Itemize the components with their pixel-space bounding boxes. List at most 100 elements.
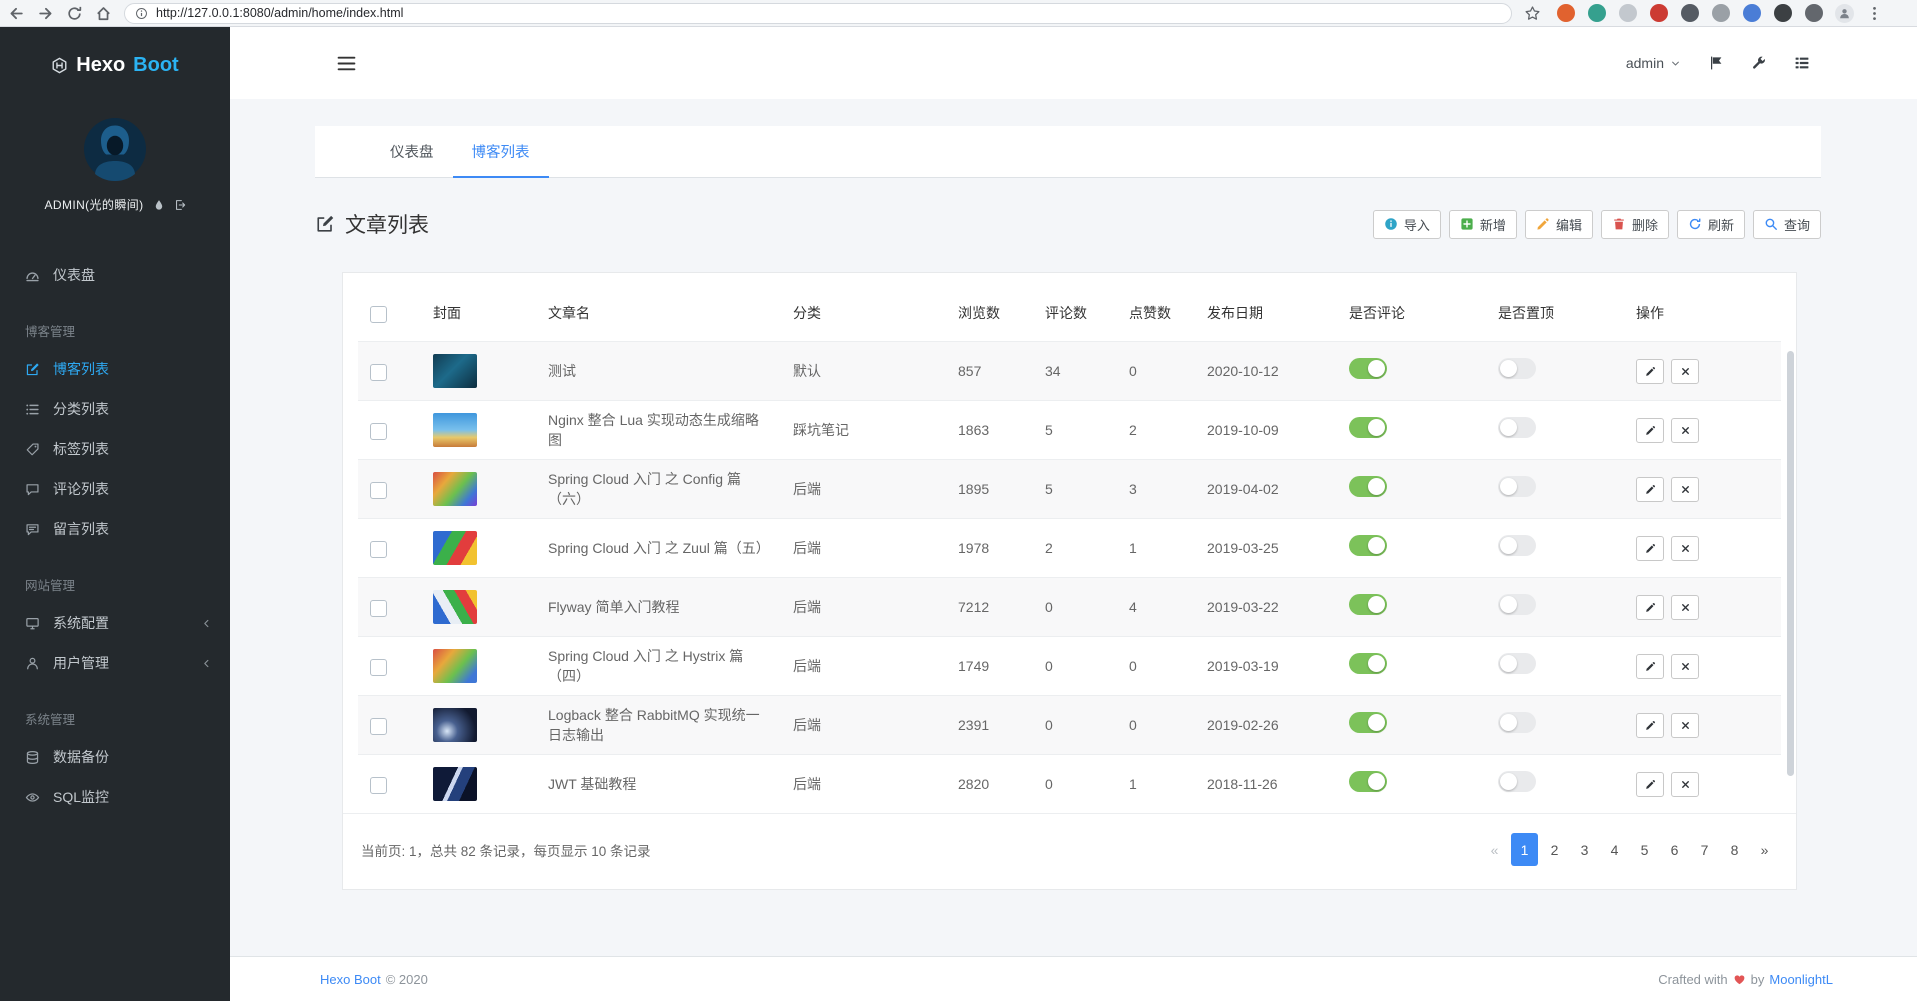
- search-button[interactable]: 查询: [1753, 210, 1821, 239]
- row-edit-button[interactable]: [1636, 536, 1664, 561]
- browser-profile-avatar[interactable]: [1835, 4, 1854, 23]
- extension-icon-slate[interactable]: [1805, 4, 1823, 22]
- sidebar-item-user-manage[interactable]: 用户管理: [0, 643, 230, 683]
- extension-icon-red[interactable]: [1650, 4, 1668, 22]
- extension-icon-charcoal[interactable]: [1774, 4, 1792, 22]
- page-button[interactable]: »: [1751, 833, 1778, 866]
- row-edit-button[interactable]: [1636, 359, 1664, 384]
- logout-icon[interactable]: [174, 199, 186, 211]
- pin-toggle[interactable]: [1498, 417, 1536, 438]
- page-button[interactable]: «: [1481, 833, 1508, 866]
- url-bar[interactable]: http://127.0.0.1:8080/admin/home/index.h…: [124, 3, 1512, 24]
- list-icon[interactable]: [1794, 55, 1810, 71]
- row-checkbox[interactable]: [370, 423, 387, 440]
- user-dropdown[interactable]: admin: [1626, 55, 1681, 71]
- toggle-knob: [1368, 478, 1385, 495]
- page-button[interactable]: 8: [1721, 833, 1748, 866]
- row-edit-button[interactable]: [1636, 595, 1664, 620]
- import-button[interactable]: 导入: [1373, 210, 1441, 239]
- pin-toggle[interactable]: [1498, 358, 1536, 379]
- sidebar-item-comment-list[interactable]: 评论列表: [0, 469, 230, 509]
- row-checkbox[interactable]: [370, 777, 387, 794]
- footer-brand-link[interactable]: Hexo Boot: [320, 972, 381, 987]
- site-info-icon[interactable]: [135, 7, 148, 20]
- tab[interactable]: 仪表盘: [371, 126, 453, 177]
- edit-button[interactable]: 编辑: [1525, 210, 1593, 239]
- row-edit-button[interactable]: [1636, 654, 1664, 679]
- row-checkbox[interactable]: [370, 600, 387, 617]
- row-checkbox[interactable]: [370, 364, 387, 381]
- row-checkbox[interactable]: [370, 541, 387, 558]
- row-checkbox[interactable]: [370, 718, 387, 735]
- sidebar-item-message-list[interactable]: 留言列表: [0, 509, 230, 549]
- sidebar-item-tag-list[interactable]: 标签列表: [0, 429, 230, 469]
- wrench-icon[interactable]: [1751, 55, 1767, 71]
- row-delete-button[interactable]: [1671, 772, 1699, 797]
- page-button-active[interactable]: 1: [1511, 833, 1538, 866]
- page-button[interactable]: 6: [1661, 833, 1688, 866]
- pin-toggle[interactable]: [1498, 594, 1536, 615]
- bookmark-star-icon[interactable]: [1524, 5, 1541, 22]
- row-delete-button[interactable]: [1671, 713, 1699, 738]
- row-edit-button[interactable]: [1636, 477, 1664, 502]
- pin-toggle[interactable]: [1498, 535, 1536, 556]
- page-button[interactable]: 5: [1631, 833, 1658, 866]
- pin-toggle[interactable]: [1498, 771, 1536, 792]
- footer-author-link[interactable]: MoonlightL: [1769, 972, 1833, 987]
- comments-count: 0: [1033, 589, 1117, 625]
- hamburger-menu-icon[interactable]: [337, 56, 356, 71]
- extension-icon-blue[interactable]: [1743, 4, 1761, 22]
- row-delete-button[interactable]: [1671, 418, 1699, 443]
- sidebar-item-blog-list[interactable]: 博客列表: [0, 349, 230, 389]
- forward-icon[interactable]: [37, 5, 54, 22]
- column-header: 文章名: [536, 295, 781, 331]
- extension-icon-light[interactable]: [1619, 4, 1637, 22]
- comment-toggle[interactable]: [1349, 594, 1387, 615]
- refresh-button[interactable]: 刷新: [1677, 210, 1745, 239]
- row-checkbox[interactable]: [370, 659, 387, 676]
- extension-icon-teal[interactable]: [1588, 4, 1606, 22]
- pin-toggle[interactable]: [1498, 712, 1536, 733]
- page-button[interactable]: 2: [1541, 833, 1568, 866]
- comment-toggle[interactable]: [1349, 771, 1387, 792]
- comment-toggle[interactable]: [1349, 476, 1387, 497]
- comment-toggle[interactable]: [1349, 712, 1387, 733]
- sidebar-item-sql-monitor[interactable]: SQL监控: [0, 777, 230, 817]
- extension-icon-gray[interactable]: [1712, 4, 1730, 22]
- page-button[interactable]: 3: [1571, 833, 1598, 866]
- browser-menu-icon[interactable]: [1866, 5, 1883, 22]
- row-edit-button[interactable]: [1636, 713, 1664, 738]
- row-edit-button[interactable]: [1636, 772, 1664, 797]
- home-icon[interactable]: [95, 5, 112, 22]
- row-delete-button[interactable]: [1671, 477, 1699, 502]
- page-button[interactable]: 4: [1601, 833, 1628, 866]
- comment-toggle[interactable]: [1349, 535, 1387, 556]
- pin-toggle[interactable]: [1498, 476, 1536, 497]
- row-delete-button[interactable]: [1671, 536, 1699, 561]
- reload-icon[interactable]: [66, 5, 83, 22]
- row-edit-button[interactable]: [1636, 418, 1664, 443]
- table-scrollbar[interactable]: [1787, 351, 1794, 776]
- flag-icon[interactable]: [1708, 55, 1724, 71]
- page-button[interactable]: 7: [1691, 833, 1718, 866]
- sidebar-item-data-backup[interactable]: 数据备份: [0, 737, 230, 777]
- sidebar-item-dashboard[interactable]: 仪表盘: [0, 255, 230, 295]
- sidebar-item-system-config[interactable]: 系统配置: [0, 603, 230, 643]
- sidebar-item-category-list[interactable]: 分类列表: [0, 389, 230, 429]
- extension-icon-orange[interactable]: [1557, 4, 1575, 22]
- row-delete-button[interactable]: [1671, 359, 1699, 384]
- select-all-checkbox[interactable]: [370, 306, 387, 323]
- back-icon[interactable]: [8, 5, 25, 22]
- delete-button[interactable]: 删除: [1601, 210, 1669, 239]
- tab[interactable]: 博客列表: [453, 126, 549, 177]
- theme-drop-icon[interactable]: [153, 199, 165, 211]
- comment-toggle[interactable]: [1349, 417, 1387, 438]
- extension-icon-dark[interactable]: [1681, 4, 1699, 22]
- row-delete-button[interactable]: [1671, 595, 1699, 620]
- pin-toggle[interactable]: [1498, 653, 1536, 674]
- comment-toggle[interactable]: [1349, 653, 1387, 674]
- add-button[interactable]: 新增: [1449, 210, 1517, 239]
- comment-toggle[interactable]: [1349, 358, 1387, 379]
- row-delete-button[interactable]: [1671, 654, 1699, 679]
- row-checkbox[interactable]: [370, 482, 387, 499]
